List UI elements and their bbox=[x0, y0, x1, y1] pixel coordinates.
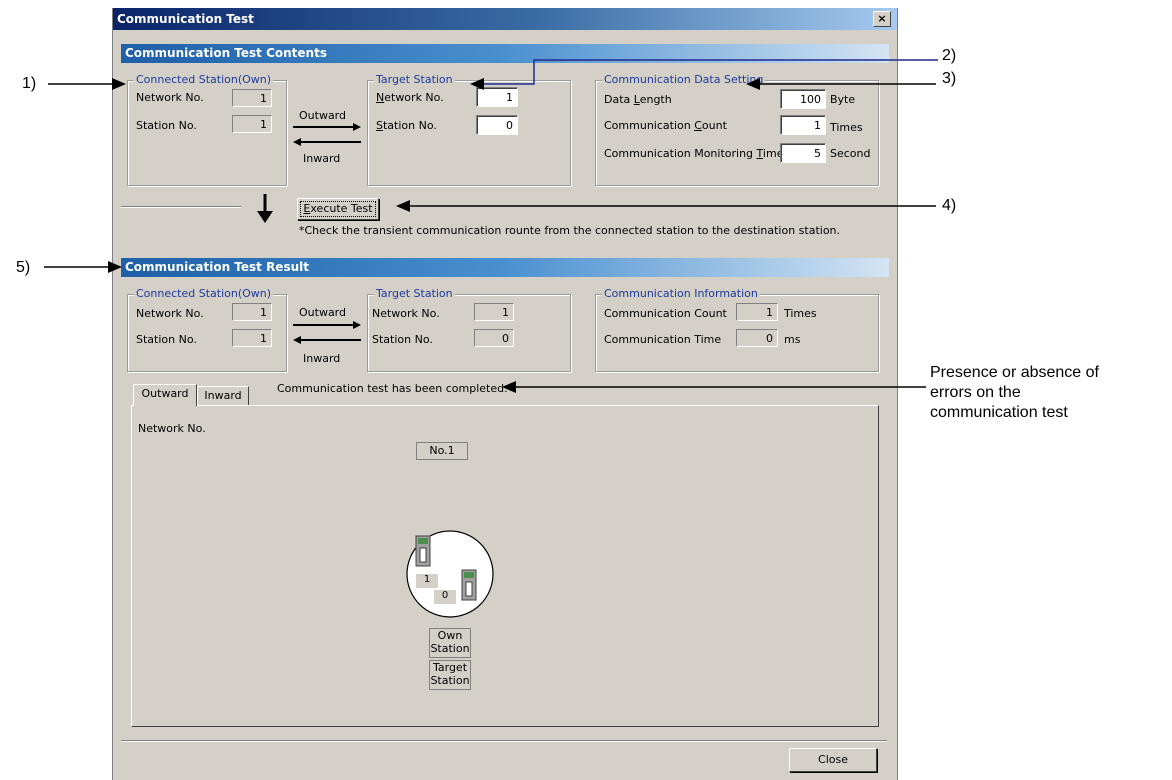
tab-outward[interactable]: Outward bbox=[133, 384, 197, 406]
arrow-2 bbox=[470, 78, 484, 90]
arrow-2-line bbox=[478, 59, 938, 85]
